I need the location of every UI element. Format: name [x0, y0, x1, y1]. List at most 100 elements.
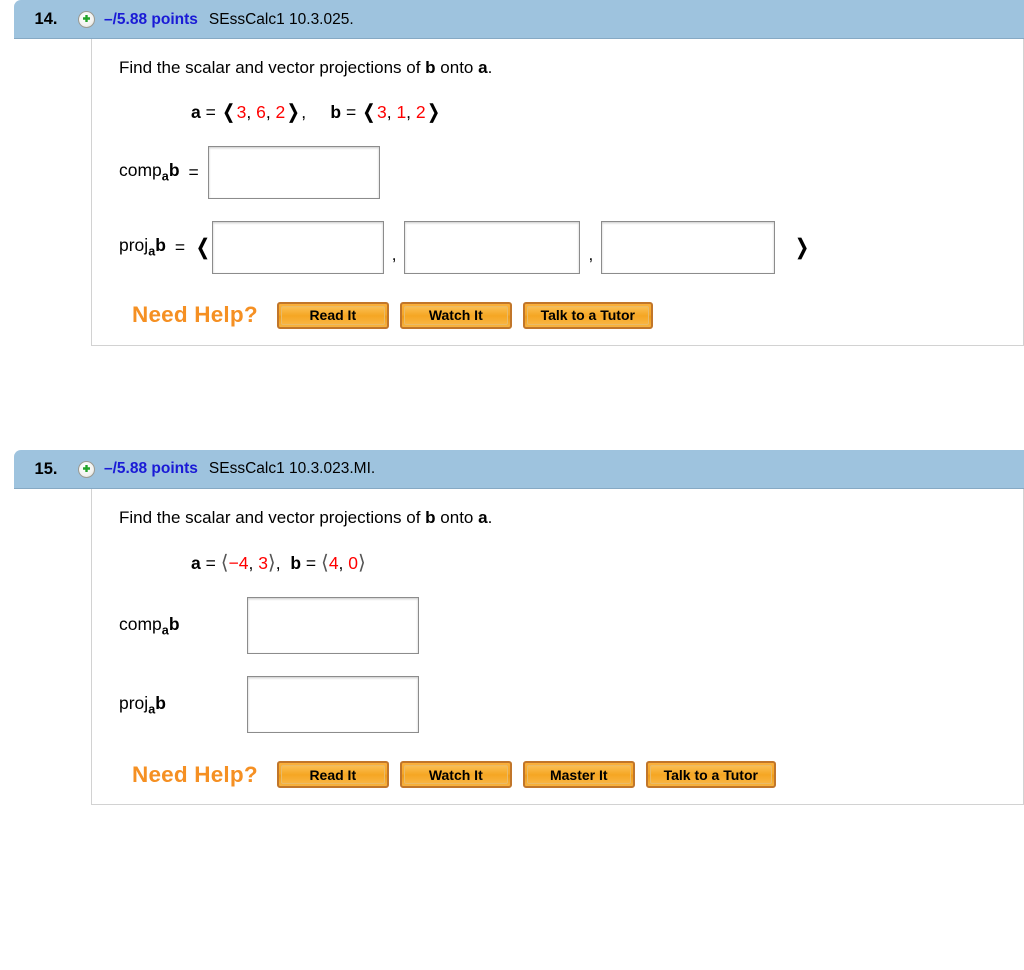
vector-a-value-0: −4 — [229, 553, 249, 573]
vector-a-name: a — [191, 102, 201, 122]
prompt-var-a: a — [478, 58, 487, 77]
vector-definitions: a = ❬3, 6, 2❭, b = ❬3, 1, 2❭ — [119, 78, 1023, 124]
comp-label-main: comp — [119, 160, 162, 180]
vector-a-value-0: 3 — [237, 102, 247, 122]
proj-comma-1: , — [588, 245, 593, 265]
vector-b-close-bracket: ❭ — [426, 102, 442, 123]
proj-comma-0: , — [392, 245, 397, 265]
question-block-14: 14. –/5.88 points SEssCalc1 10.3.025. Fi… — [14, 0, 1024, 346]
vector-separator: , — [301, 102, 306, 122]
proj-label-b: b — [155, 693, 166, 713]
proj-label: projab — [119, 235, 166, 259]
vector-b-open-bracket: ⟨ — [321, 552, 329, 574]
proj-answer-row: projab = ❬ , , ❭ — [119, 199, 1023, 274]
vector-a-value-1: 6 — [256, 102, 266, 122]
talk-to-a-tutor-button[interactable]: Talk to a Tutor — [646, 761, 776, 788]
question-body-14: Find the scalar and vector projections o… — [91, 39, 1024, 346]
proj-answer-input-0[interactable] — [212, 221, 384, 274]
vector-b-value-0: 3 — [377, 102, 387, 122]
question-header-15: 15. –/5.88 points SEssCalc1 10.3.023.MI. — [14, 450, 1024, 489]
watch-it-button-label: Watch It — [404, 765, 508, 784]
vector-b-value-2: 2 — [416, 102, 426, 122]
vector-a-value-1: 3 — [258, 553, 268, 573]
proj-label: projab — [119, 693, 247, 717]
watch-it-button-label: Watch It — [404, 306, 508, 325]
plus-circle-icon[interactable] — [78, 11, 95, 28]
comp-answer-row: compab — [119, 575, 1023, 654]
read-it-button[interactable]: Read It — [277, 761, 389, 788]
proj-answer-input-1[interactable] — [404, 221, 580, 274]
vector-a-equals: = — [201, 553, 221, 573]
vector-a-close-bracket: ❭ — [285, 102, 301, 123]
comp-label: compab — [119, 160, 180, 184]
talk-to-a-tutor-button[interactable]: Talk to a Tutor — [523, 302, 653, 329]
question-number: 15. — [14, 460, 78, 479]
read-it-button-label: Read It — [281, 306, 385, 325]
comp-answer-input[interactable] — [208, 146, 380, 199]
question-block-15: 15. –/5.88 points SEssCalc1 10.3.023.MI.… — [14, 450, 1024, 806]
comp-label-sub: a — [162, 170, 169, 184]
prompt-var-a: a — [478, 508, 487, 527]
comp-label-b: b — [169, 614, 180, 634]
question-number: 14. — [14, 10, 78, 29]
vector-a-name: a — [191, 553, 201, 573]
vector-definitions: a = ⟨−4, 3⟩, b = ⟨4, 0⟩ — [119, 527, 1023, 575]
vector-b-close-bracket: ⟩ — [358, 552, 366, 574]
question-body-15: Find the scalar and vector projections o… — [91, 489, 1024, 806]
proj-answer-row: projab — [119, 654, 1023, 733]
vector-b-value-1: 0 — [348, 553, 358, 573]
proj-close-bracket: ❭ — [793, 235, 811, 260]
vector-a-open-bracket: ❬ — [221, 102, 237, 123]
need-help-row-15: Need Help? Read It Watch It Master It Ta… — [119, 733, 1023, 788]
prompt-text-2: onto — [436, 58, 479, 77]
question-header-14: 14. –/5.88 points SEssCalc1 10.3.025. — [14, 0, 1024, 39]
read-it-button[interactable]: Read It — [277, 302, 389, 329]
question-source: SEssCalc1 10.3.023.MI. — [209, 460, 375, 478]
vector-b-name: b — [330, 102, 341, 122]
prompt-text-1: Find the scalar and vector projections o… — [119, 508, 425, 527]
vector-b-value-0: 4 — [329, 553, 339, 573]
vector-b-equals: = — [341, 102, 361, 122]
question-prompt: Find the scalar and vector projections o… — [119, 489, 1023, 528]
watch-it-button[interactable]: Watch It — [400, 302, 512, 329]
plus-circle-icon[interactable] — [78, 461, 95, 478]
comp-equals: = — [189, 162, 199, 183]
prompt-text-3: . — [488, 508, 493, 527]
vector-b-equals: = — [301, 553, 321, 573]
comp-label: compab — [119, 614, 247, 638]
prompt-text-1: Find the scalar and vector projections o… — [119, 58, 425, 77]
proj-equals: = — [175, 237, 185, 258]
comp-label-main: comp — [119, 614, 162, 634]
read-it-button-label: Read It — [281, 765, 385, 784]
question-source: SEssCalc1 10.3.025. — [209, 11, 354, 29]
need-help-label: Need Help? — [132, 762, 258, 788]
need-help-label: Need Help? — [132, 302, 258, 328]
talk-to-a-tutor-button-label: Talk to a Tutor — [650, 765, 772, 784]
master-it-button-label: Master It — [527, 765, 631, 784]
prompt-var-b: b — [425, 58, 435, 77]
vector-separator: , — [276, 553, 281, 573]
watch-it-button[interactable]: Watch It — [400, 761, 512, 788]
comp-label-b: b — [169, 160, 180, 180]
question-prompt: Find the scalar and vector projections o… — [119, 39, 1023, 78]
vector-a-close-bracket: ⟩ — [268, 552, 276, 574]
proj-label-main: proj — [119, 235, 148, 255]
comp-label-sub: a — [162, 624, 169, 638]
points-text: –/5.88 points — [104, 460, 198, 478]
vector-b-value-1: 1 — [396, 102, 406, 122]
proj-answer-input[interactable] — [247, 676, 419, 733]
proj-open-bracket: ❬ — [194, 235, 212, 260]
proj-label-b: b — [155, 235, 166, 255]
master-it-button[interactable]: Master It — [523, 761, 635, 788]
question-spacer — [0, 346, 1024, 450]
prompt-text-3: . — [488, 58, 493, 77]
proj-answer-input-2[interactable] — [601, 221, 775, 274]
talk-to-a-tutor-button-label: Talk to a Tutor — [527, 306, 649, 325]
vector-b-name: b — [290, 553, 301, 573]
vector-a-open-bracket: ⟨ — [221, 552, 229, 574]
need-help-row-14: Need Help? Read It Watch It Talk to a Tu… — [119, 274, 1023, 329]
prompt-var-b: b — [425, 508, 435, 527]
prompt-text-2: onto — [436, 508, 479, 527]
comp-answer-input[interactable] — [247, 597, 419, 654]
proj-label-main: proj — [119, 693, 148, 713]
